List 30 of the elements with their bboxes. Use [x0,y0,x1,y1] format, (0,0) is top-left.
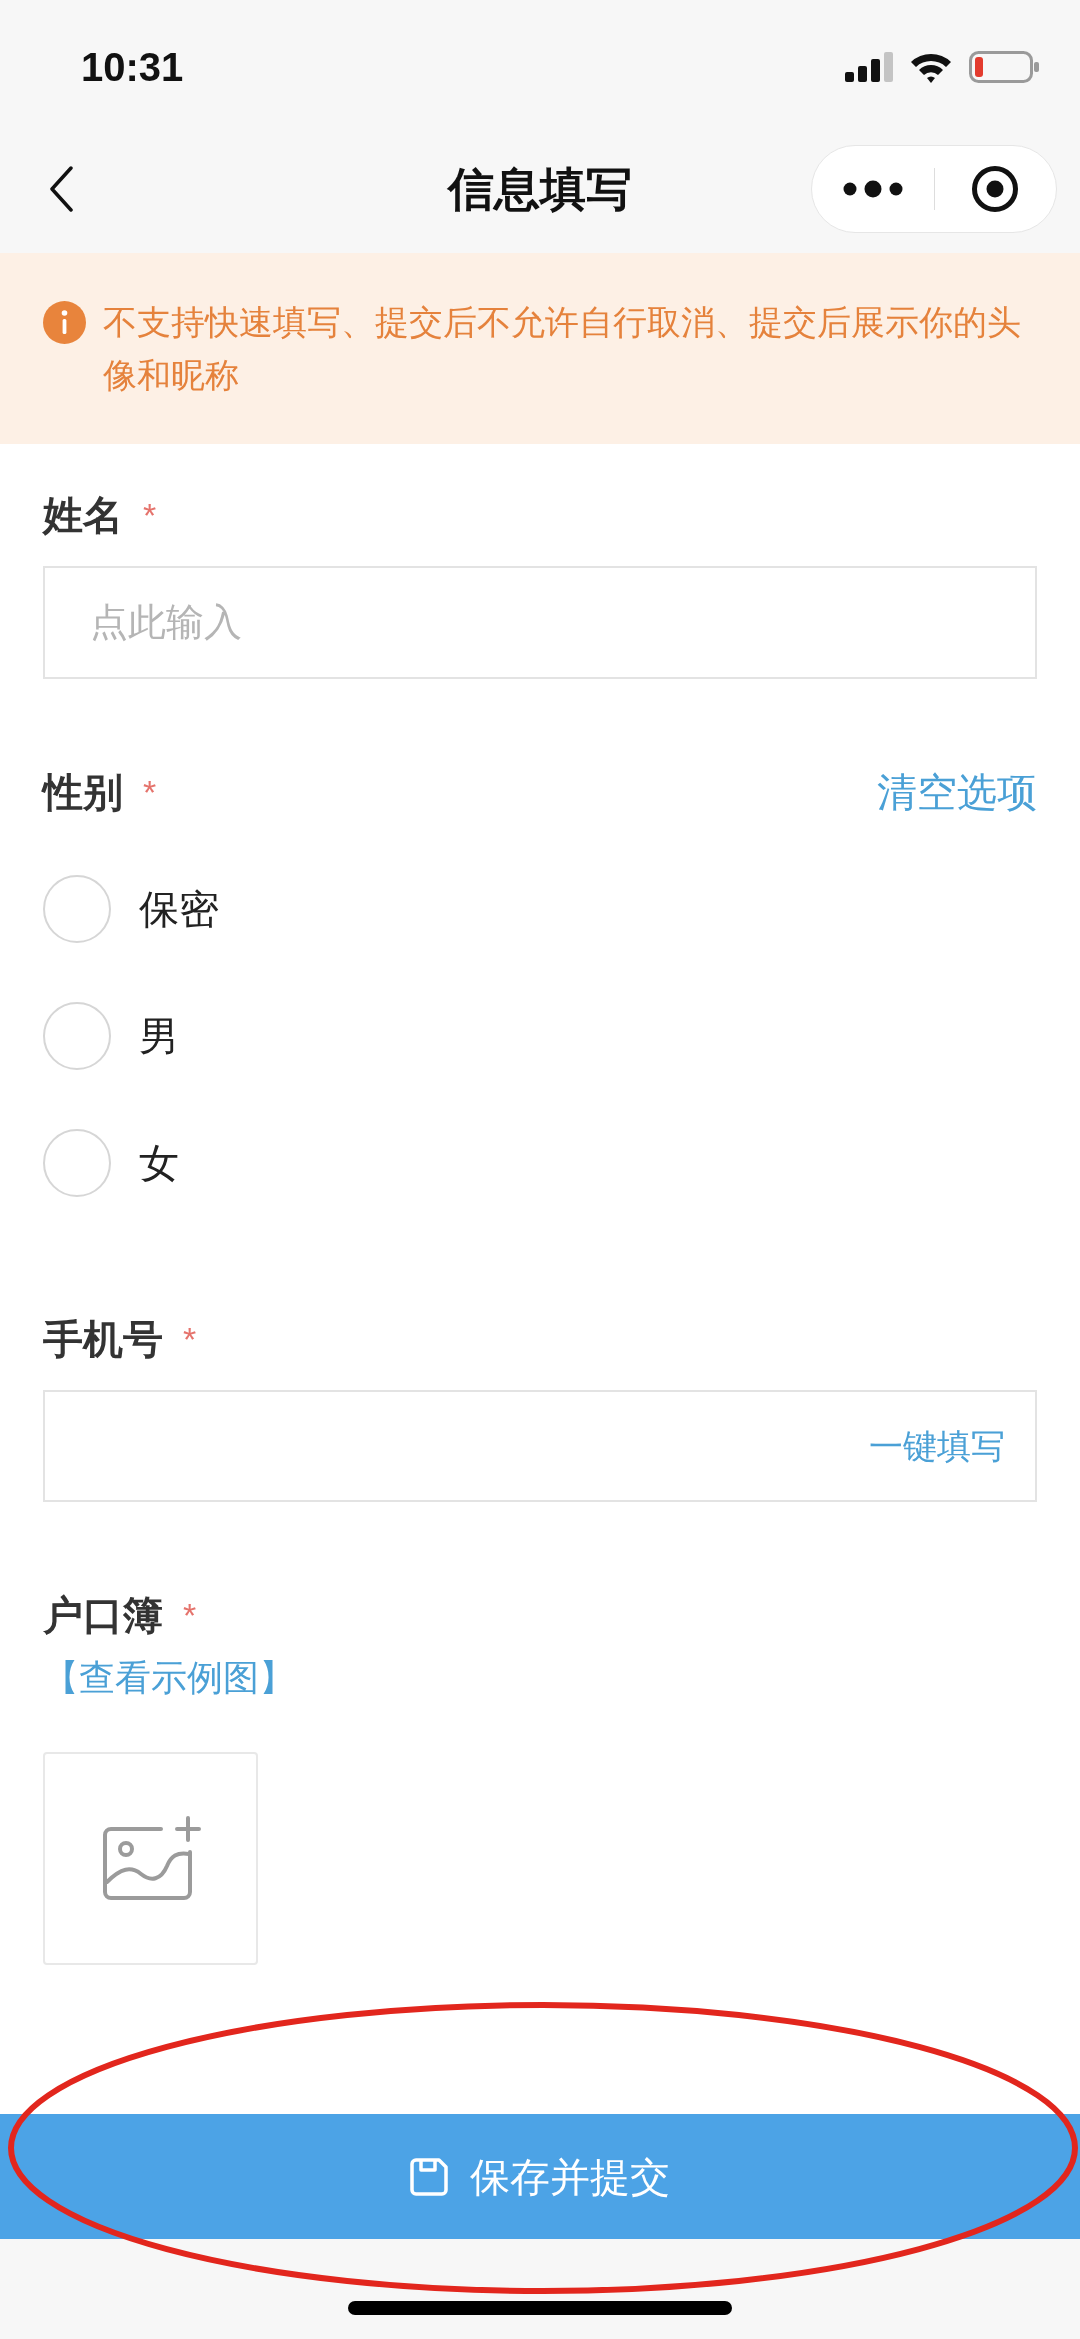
save-icon [410,2157,448,2196]
more-icon [841,180,904,198]
target-icon [971,165,1020,213]
notice-text: 不支持快速填写、提交后不允许自行取消、提交后展示你的头像和昵称 [103,302,1022,396]
field-label: 姓名 [43,492,123,539]
back-icon [49,166,73,212]
wifi-icon [909,51,953,83]
autofill-link[interactable]: 一键填写 [869,1422,1005,1470]
status-time: 10:31 [81,44,184,91]
example-image-link[interactable]: 【查看示例图】 [43,1653,295,1703]
option-label[interactable]: 男 [139,1007,179,1064]
signal-icon [845,52,893,82]
page-title: 信息填写 [448,162,632,217]
submit-button[interactable]: 保存并提交 [0,2114,1080,2239]
required-mark: * [143,495,157,535]
phone-input[interactable]: 一键填写 [43,1390,1037,1502]
clear-options-link[interactable]: 清空选项 [877,764,1037,820]
required-mark: * [143,772,157,812]
field-label: 手机号 [43,1316,163,1363]
name-input[interactable]: 点此输入 [43,566,1037,679]
option-label[interactable]: 女 [139,1134,179,1191]
field-label: 户口簿 [43,1592,163,1639]
required-mark: * [183,1595,197,1635]
option-label[interactable]: 保密 [139,880,219,937]
field-label: 性别 [43,769,123,816]
info-icon [43,301,86,344]
image-add-icon [100,1815,201,1902]
upload-image-tile[interactable] [43,1752,258,1965]
battery-icon [969,51,1039,83]
required-mark: * [183,1319,197,1359]
